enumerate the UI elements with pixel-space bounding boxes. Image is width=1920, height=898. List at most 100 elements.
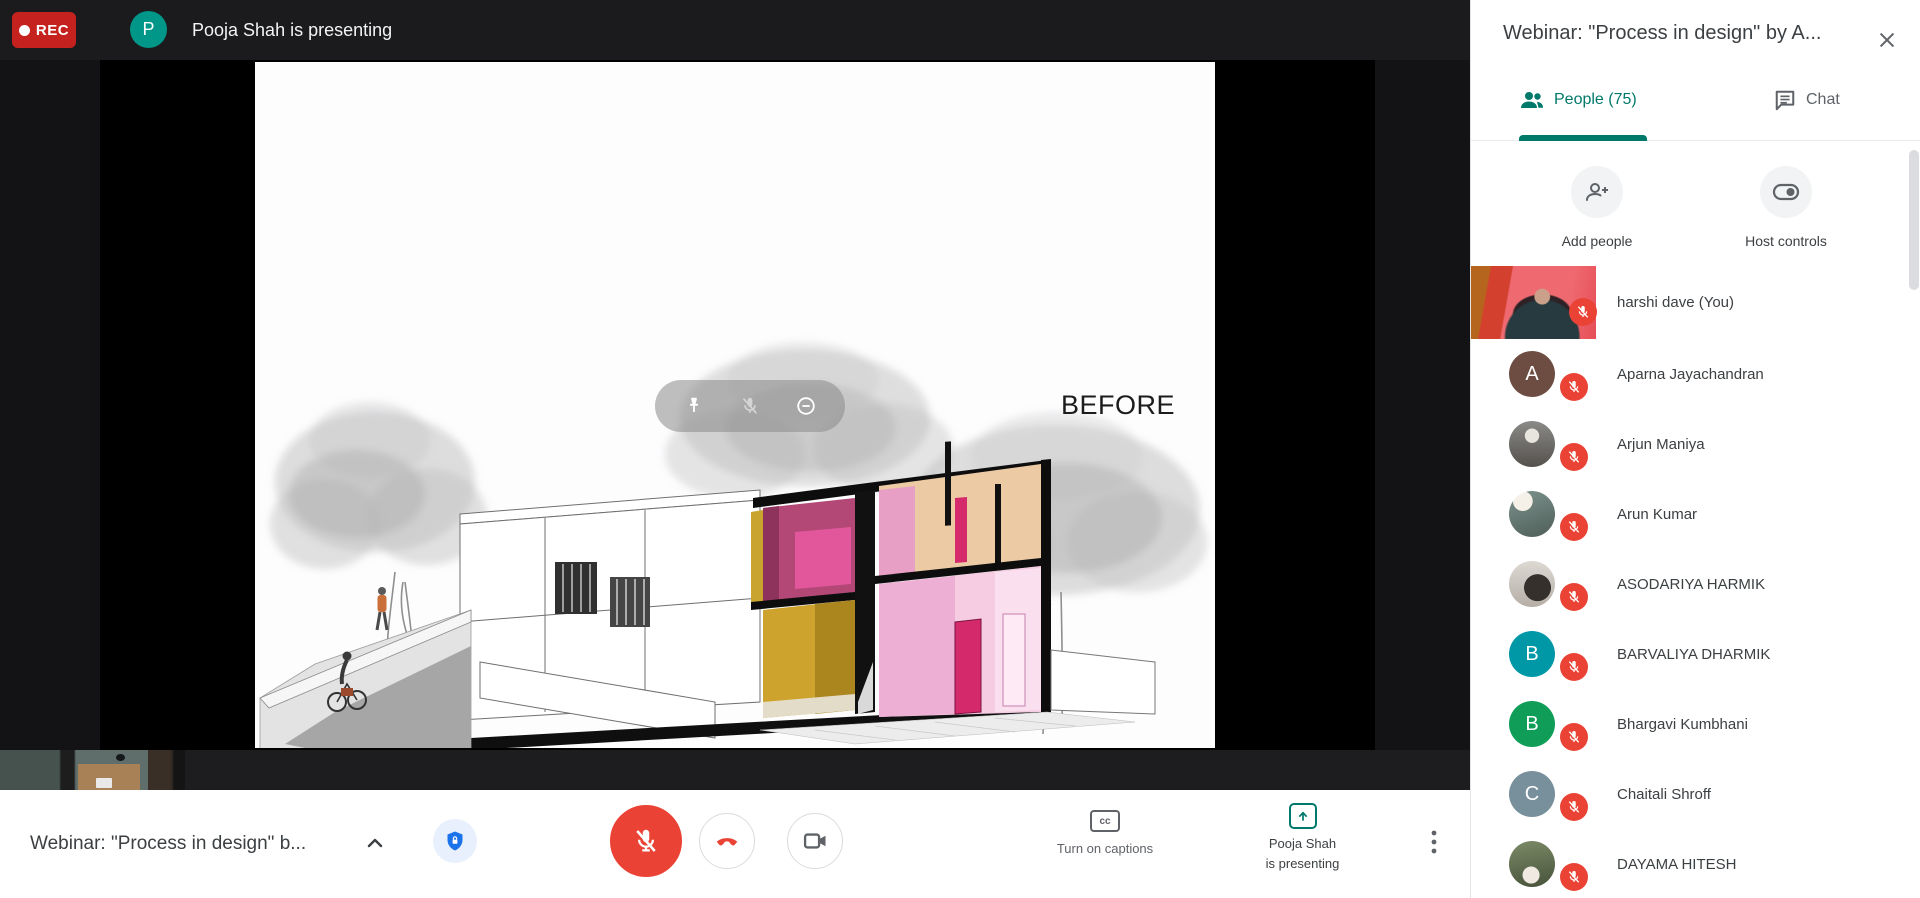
mic-off-icon[interactable]: [737, 393, 763, 419]
host-controls-toggle-icon: [1772, 182, 1800, 202]
presentation-stage: BEFORE: [0, 60, 1470, 750]
participant-row[interactable]: Arjun Maniya: [1471, 409, 1920, 479]
people-icon: [1519, 89, 1545, 111]
participant-row[interactable]: A Aparna Jayachandran: [1471, 339, 1920, 409]
turn-on-captions-button[interactable]: cc Turn on captions: [1030, 810, 1180, 856]
participant-row[interactable]: C Chaitali Shroff: [1471, 759, 1920, 829]
tab-chat[interactable]: Chat: [1773, 60, 1840, 140]
leave-call-button[interactable]: [699, 813, 755, 869]
mic-off-icon: [1566, 589, 1582, 605]
muted-mic-badge: [1560, 513, 1588, 541]
host-controls-label: Host controls: [1706, 233, 1866, 249]
close-sidebar-button[interactable]: [1874, 28, 1900, 54]
thumbnail-paper: [96, 778, 112, 788]
chat-icon: [1773, 89, 1797, 111]
stage-left-gutter: [0, 60, 100, 750]
muted-mic-badge: [1560, 723, 1588, 751]
muted-mic-badge: [1560, 583, 1588, 611]
presenting-label-line1: Pooja Shah: [1240, 834, 1365, 854]
present-to-all-icon: [1289, 803, 1317, 829]
avatar: B: [1509, 631, 1555, 677]
participant-name: ASODARIYA HARMIK: [1617, 549, 1765, 619]
participant-row[interactable]: harshi dave (You): [1471, 266, 1920, 339]
avatar: C: [1509, 771, 1555, 817]
add-people-button[interactable]: Add people: [1517, 166, 1677, 249]
mic-off-icon: [1566, 799, 1582, 815]
participant-row[interactable]: Arun Kumar: [1471, 479, 1920, 549]
muted-mic-badge: [1560, 863, 1588, 891]
participant-name: BARVALIYA DHARMIK: [1617, 619, 1770, 689]
more-options-button[interactable]: [1420, 826, 1448, 862]
presenter-avatar: P: [130, 11, 167, 48]
mic-off-icon: [1566, 659, 1582, 675]
avatar: [1509, 491, 1555, 537]
meeting-details-chevron[interactable]: [360, 830, 390, 858]
captions-icon: cc: [1090, 810, 1120, 832]
participant-name: Arun Kumar: [1617, 479, 1697, 549]
stage-right-gutter: [1375, 60, 1470, 750]
sidebar-tabs: People (75) Chat: [1471, 60, 1920, 141]
microphone-button[interactable]: [610, 805, 682, 877]
avatar: [1509, 841, 1555, 887]
self-video-thumbnail[interactable]: [0, 750, 185, 790]
participant-name: harshi dave (You): [1617, 266, 1734, 339]
filmstrip: [0, 750, 1470, 790]
muted-mic-badge: [1560, 443, 1588, 471]
three-dot-menu-icon: [1424, 828, 1444, 858]
muted-mic-badge: [1560, 653, 1588, 681]
participant-name: Aparna Jayachandran: [1617, 339, 1764, 409]
presentation-slide: BEFORE: [255, 62, 1215, 748]
muted-mic-badge: [1569, 298, 1597, 326]
muted-mic-badge: [1560, 793, 1588, 821]
person-add-icon: [1584, 180, 1610, 204]
recording-label: REC: [36, 22, 69, 39]
sidebar-title: Webinar: "Process in design" by A...: [1503, 22, 1863, 45]
shield-lock-icon: [443, 829, 467, 853]
videocam-icon: [801, 827, 829, 855]
participant-name: Bhargavi Kumbhani: [1617, 689, 1748, 759]
recording-dot-icon: [19, 25, 30, 36]
sidebar-actions: Add people Host controls: [1471, 141, 1920, 266]
participant-name: Chaitali Shroff: [1617, 759, 1711, 829]
thumbnail-ceiling-light: [116, 754, 125, 761]
pin-icon[interactable]: [681, 393, 707, 419]
presenter-status-text: Pooja Shah is presenting: [192, 0, 392, 60]
camera-button[interactable]: [787, 813, 843, 869]
presenting-label-line2: is presenting: [1240, 854, 1365, 874]
avatar: A: [1509, 351, 1555, 397]
mic-off-icon: [1566, 869, 1582, 885]
participant-list: harshi dave (You) A Aparna Jayachandran …: [1471, 266, 1920, 898]
participant-name: Arjun Maniya: [1617, 409, 1705, 479]
google-meet-window: REC P Pooja Shah is presenting: [0, 0, 1920, 898]
you-are-presenting-button[interactable]: Pooja Shah is presenting: [1240, 803, 1365, 874]
sidebar-panel: Webinar: "Process in design" by A... Peo…: [1470, 0, 1920, 898]
slide-before-label: BEFORE: [1061, 390, 1175, 421]
bottom-control-bar: Webinar: "Process in design" b...: [0, 790, 1470, 898]
avatar: [1509, 561, 1555, 607]
call-end-icon: [713, 827, 741, 855]
participant-row[interactable]: DAYAMA HITESH: [1471, 829, 1920, 898]
tab-chat-label: Chat: [1806, 91, 1840, 109]
participant-row[interactable]: B Bhargavi Kumbhani: [1471, 689, 1920, 759]
main-area: REC P Pooja Shah is presenting: [0, 0, 1470, 898]
mic-off-icon: [631, 826, 661, 856]
participant-row[interactable]: ASODARIYA HARMIK: [1471, 549, 1920, 619]
thumbnail-door: [148, 750, 170, 790]
remove-tile-icon[interactable]: [793, 393, 819, 419]
muted-mic-badge: [1560, 373, 1588, 401]
participant-row[interactable]: B BARVALIYA DHARMIK: [1471, 619, 1920, 689]
mic-off-icon: [1575, 304, 1591, 320]
mic-off-icon: [1566, 519, 1582, 535]
top-presenter-bar: REC P Pooja Shah is presenting: [0, 0, 1470, 60]
mic-off-icon: [1566, 379, 1582, 395]
recording-badge: REC: [12, 12, 76, 48]
mic-off-icon: [1566, 449, 1582, 465]
meeting-safety-button[interactable]: [433, 819, 477, 863]
tab-people[interactable]: People (75): [1519, 60, 1637, 140]
presentation-hover-controls: [655, 380, 845, 432]
participant-name: DAYAMA HITESH: [1617, 829, 1736, 898]
captions-label: Turn on captions: [1030, 841, 1180, 856]
scrollbar-thumb[interactable]: [1909, 150, 1919, 290]
host-controls-button[interactable]: Host controls: [1706, 166, 1866, 249]
avatar: [1509, 421, 1555, 467]
